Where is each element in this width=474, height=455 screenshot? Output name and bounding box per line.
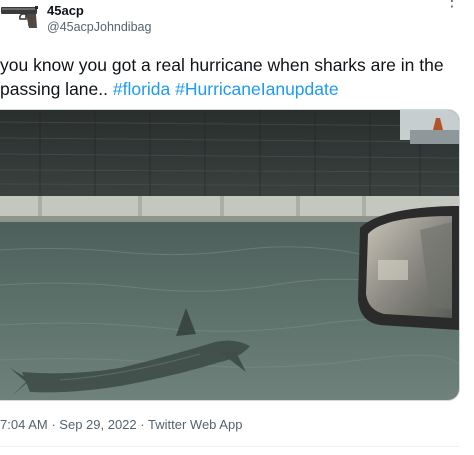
tweet-time[interactable]: 7:04 AM bbox=[0, 417, 48, 432]
flooded-road-shark-photo bbox=[0, 110, 459, 400]
tweet-card: 45acp @45acpJohndibag ⋮ you know you got… bbox=[0, 0, 474, 455]
tweet-date[interactable]: Sep 29, 2022 bbox=[59, 417, 136, 432]
author-handle[interactable]: @45acpJohndibag bbox=[47, 20, 151, 34]
meta-separator-2: · bbox=[140, 417, 145, 432]
hashtag-hurricane-ian-update[interactable]: #HurricaneIanupdate bbox=[175, 79, 338, 99]
author-display-name[interactable]: 45acp bbox=[47, 3, 84, 18]
meta-separator: · bbox=[51, 417, 56, 432]
tweet-text: you know you got a real hurricane when s… bbox=[0, 53, 470, 101]
tweet-meta: 7:04 AM · Sep 29, 2022 · Twitter Web App bbox=[0, 417, 242, 432]
more-options-icon[interactable]: ⋮ bbox=[444, 0, 460, 10]
avatar[interactable] bbox=[0, 4, 40, 30]
divider bbox=[0, 446, 460, 447]
pistol-icon bbox=[1, 6, 38, 28]
tweet-source[interactable]: Twitter Web App bbox=[148, 417, 242, 432]
tweet-photo[interactable] bbox=[0, 109, 460, 401]
hashtag-florida[interactable]: #florida bbox=[113, 79, 170, 99]
